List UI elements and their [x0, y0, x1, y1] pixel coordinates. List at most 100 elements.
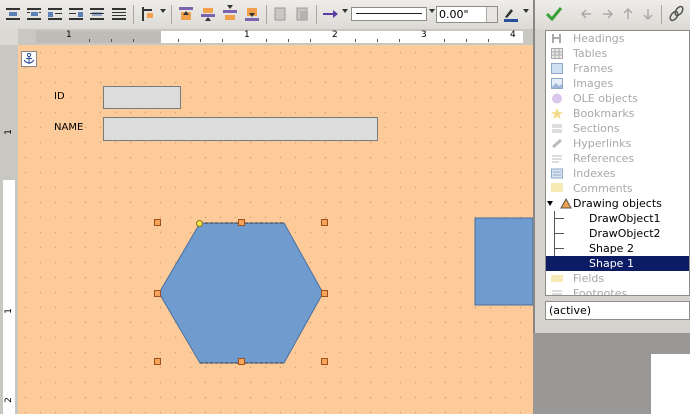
line-color-icon[interactable]	[502, 5, 520, 23]
bring-to-front-icon[interactable]	[177, 5, 195, 23]
resize-handle[interactable]	[238, 219, 245, 226]
navigator-child-drawobject1[interactable]: DrawObject1	[546, 211, 689, 226]
document-selector-value: (active)	[549, 304, 592, 317]
previous-icon[interactable]	[579, 5, 597, 23]
drawing-object-toolbar: 0.00"	[0, 0, 533, 30]
resize-handle[interactable]	[154, 219, 161, 226]
resize-handle[interactable]	[154, 358, 161, 365]
checkmark-icon[interactable]	[545, 5, 563, 23]
navigator-item-sections[interactable]: Sections	[546, 121, 689, 136]
fields-icon	[551, 273, 563, 284]
to-background-icon[interactable]	[294, 5, 312, 23]
line-style-selector[interactable]	[351, 7, 427, 21]
navigator-item-comments[interactable]: Comments	[546, 181, 689, 196]
line-width-spin-buttons[interactable]	[486, 7, 497, 22]
document-page[interactable]: ID NAME	[18, 45, 533, 414]
ruler-tick	[266, 39, 267, 42]
send-backward-icon[interactable]	[221, 5, 239, 23]
arrow-style-icon[interactable]	[321, 5, 339, 23]
wrap-optimal-icon[interactable]	[110, 5, 128, 23]
drawing-layer	[158, 217, 533, 364]
images-icon	[551, 78, 563, 89]
resize-handle[interactable]	[238, 358, 245, 365]
ruler-number: 1	[4, 308, 14, 314]
navigator-content-list[interactable]: Headings Tables Frames Images OLE object…	[545, 30, 690, 296]
navigator-item-indexes[interactable]: Indexes	[546, 166, 689, 181]
wrap-off-icon[interactable]	[4, 5, 22, 23]
ruler-number: 1	[66, 30, 72, 40]
navigator-item-images[interactable]: Images	[546, 76, 689, 91]
navigator-item-label: Fields	[573, 272, 605, 285]
ruler-number: 2	[332, 30, 338, 40]
anchor-type-icon[interactable]	[139, 5, 157, 23]
comments-icon	[551, 183, 563, 194]
navigator-child-drawobject2[interactable]: DrawObject2	[546, 226, 689, 241]
navigator-item-fields[interactable]: Fields	[546, 271, 689, 286]
navigator-item-label: Tables	[573, 47, 608, 60]
ruler-tick	[399, 39, 400, 42]
navigator-toolbar	[535, 0, 690, 29]
navigator-item-headings[interactable]: Headings	[546, 31, 689, 46]
shape-control-point[interactable]	[196, 220, 203, 227]
toolbar-separator	[316, 5, 317, 24]
ruler-text-area	[161, 31, 523, 43]
anchor-dropdown-arrow-icon[interactable]	[160, 9, 166, 13]
navigator-item-tables[interactable]: Tables	[546, 46, 689, 61]
next-icon[interactable]	[599, 5, 617, 23]
wrap-page-icon[interactable]	[25, 5, 43, 23]
vertical-ruler[interactable]: 1 1 2	[0, 45, 19, 414]
navigator-child-shape-1[interactable]: Shape 1	[546, 256, 689, 271]
horizontal-ruler[interactable]: 1 1 2 3 4	[18, 29, 533, 46]
wrap-left-icon[interactable]	[46, 5, 64, 23]
ruler-tick	[488, 39, 489, 42]
frames-icon	[551, 63, 563, 74]
up-icon[interactable]	[619, 5, 637, 23]
ruler-tick	[200, 39, 201, 42]
references-icon	[551, 153, 563, 164]
rectangle-shape[interactable]	[474, 217, 533, 306]
ruler-number: 2	[4, 397, 14, 403]
bring-forward-icon[interactable]	[199, 5, 217, 23]
resize-handle[interactable]	[321, 219, 328, 226]
toolbar-separator	[661, 5, 662, 24]
ruler-tick	[466, 39, 467, 42]
navigator-item-label: Shape 1	[589, 257, 634, 270]
to-foreground-icon[interactable]	[272, 5, 290, 23]
navigator-item-label: References	[573, 152, 635, 165]
navigator-item-hyperlinks[interactable]: Hyperlinks	[546, 136, 689, 151]
navigator-item-references[interactable]: References	[546, 151, 689, 166]
navigator-item-frames[interactable]: Frames	[546, 61, 689, 76]
navigator-item-label: Shape 2	[589, 242, 634, 255]
toolbar-separator	[171, 5, 172, 24]
expand-arrow-icon[interactable]	[547, 201, 553, 206]
hexagon-shape[interactable]	[158, 222, 324, 364]
ruler-number: 1	[244, 30, 250, 40]
toolbar-separator	[266, 5, 267, 24]
wrap-through-icon[interactable]	[88, 5, 106, 23]
navigator-item-drawing-objects[interactable]: Drawing objects	[546, 196, 689, 211]
ruler-tick	[444, 39, 445, 42]
resize-handle[interactable]	[321, 358, 328, 365]
resize-handle[interactable]	[321, 290, 328, 297]
line-width-value: 0.00"	[439, 8, 469, 21]
bookmarks-icon	[551, 108, 563, 119]
navigator-item-label: Bookmarks	[573, 107, 635, 120]
document-selector[interactable]: (active)	[545, 301, 690, 320]
line-style-dropdown-icon[interactable]	[429, 9, 435, 13]
line-width-field[interactable]: 0.00"	[436, 6, 498, 23]
hyperlink-insert-icon[interactable]	[667, 5, 685, 23]
indexes-icon	[551, 168, 563, 179]
send-to-back-icon[interactable]	[243, 5, 261, 23]
wrap-right-icon[interactable]	[67, 5, 85, 23]
navigator-item-label: DrawObject2	[589, 227, 661, 240]
ruler-number: 1	[4, 129, 14, 135]
navigator-child-shape-2[interactable]: Shape 2	[546, 241, 689, 256]
navigator-item-label: Headings	[573, 32, 625, 45]
arrow-style-dropdown-icon[interactable]	[342, 9, 348, 13]
navigator-item-ole-objects[interactable]: OLE objects	[546, 91, 689, 106]
line-color-dropdown-icon[interactable]	[523, 9, 529, 13]
navigator-item-bookmarks[interactable]: Bookmarks	[546, 106, 689, 121]
navigator-item-footnotes[interactable]: Footnotes	[546, 286, 689, 295]
down-icon[interactable]	[639, 5, 657, 23]
resize-handle[interactable]	[154, 290, 161, 297]
